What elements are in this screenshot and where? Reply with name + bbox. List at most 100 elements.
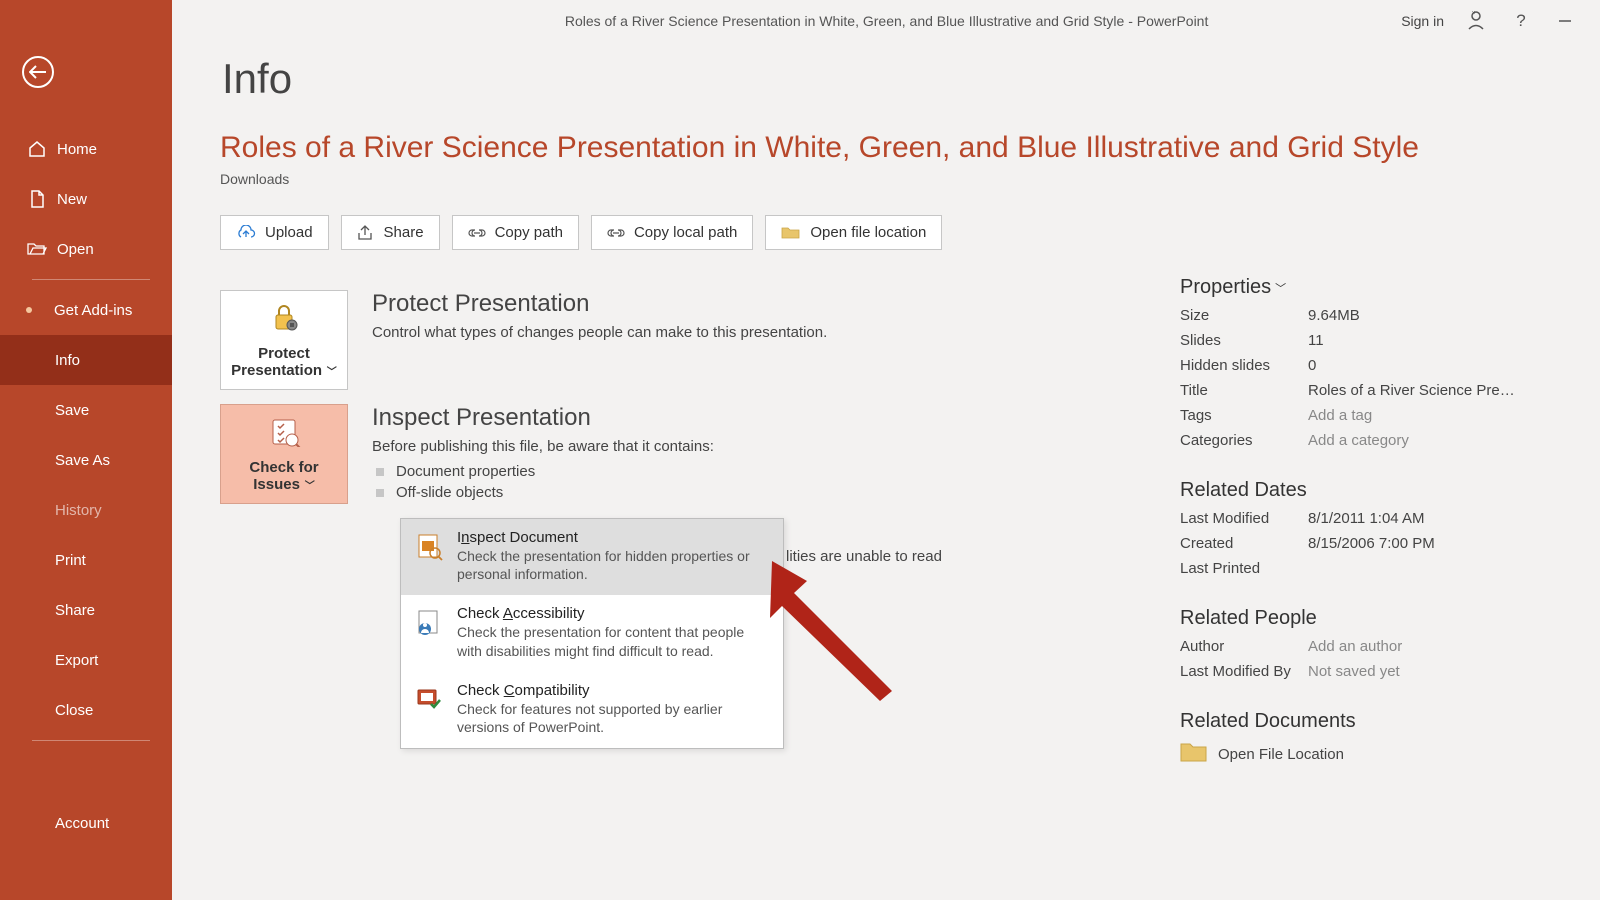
help-icon[interactable]: ? <box>1510 10 1532 32</box>
nav-print[interactable]: Print <box>0 535 172 585</box>
menu-item-desc: Check the presentation for content that … <box>457 623 771 659</box>
check-issues-menu: Inspect Document Check the presentation … <box>400 518 784 749</box>
nav-share[interactable]: Share <box>0 585 172 635</box>
addins-dot-icon <box>26 307 32 313</box>
prop-hidden-slides: Hidden slides0 <box>1180 357 1520 374</box>
nav-new[interactable]: New <box>0 174 172 224</box>
nav-separator <box>32 279 150 280</box>
sign-in-link[interactable]: Sign in <box>1401 13 1444 29</box>
inspect-bullet: Off-slide objects <box>376 482 714 503</box>
nav-info[interactable]: Info <box>0 335 172 385</box>
title-bar: Roles of a River Science Presentation in… <box>172 0 1600 42</box>
lock-icon <box>227 303 341 337</box>
prop-size: Size9.64MB <box>1180 307 1520 324</box>
document-title: Roles of a River Science Presentation in… <box>220 131 1600 165</box>
check-for-issues-button[interactable]: Check for Issues ﹀ <box>220 404 348 504</box>
page-heading: Info <box>222 55 1600 103</box>
related-dates-heading: Related Dates <box>1180 479 1520 502</box>
button-label-1: Check for <box>249 459 318 476</box>
block-desc: Before publishing this file, be aware th… <box>372 438 714 455</box>
button-label-2: Issues <box>253 476 300 493</box>
copy-local-path-button[interactable]: Copy local path <box>591 215 753 250</box>
block-desc: Control what types of changes people can… <box>372 324 827 341</box>
nav-label: Save As <box>55 452 110 469</box>
prop-author[interactable]: AuthorAdd an author <box>1180 638 1520 655</box>
account-icon[interactable] <box>1466 10 1488 32</box>
button-label: Copy path <box>495 224 563 241</box>
prop-categories[interactable]: CategoriesAdd a category <box>1180 432 1520 449</box>
document-location: Downloads <box>220 171 1600 187</box>
chevron-down-icon: ﹀ <box>324 367 337 378</box>
share-button[interactable]: Share <box>341 215 440 250</box>
prop-created: Created8/15/2006 7:00 PM <box>1180 535 1520 552</box>
nav-label: Export <box>55 652 98 669</box>
prop-title[interactable]: TitleRoles of a River Science Pres… <box>1180 382 1520 399</box>
menu-item-desc: Check for features not supported by earl… <box>457 700 771 736</box>
properties-heading[interactable]: Properties﹀ <box>1180 276 1520 299</box>
chevron-down-icon: ﹀ <box>302 481 315 492</box>
nav-close[interactable]: Close <box>0 685 172 735</box>
nav-label: Account <box>55 815 109 832</box>
nav-label: Close <box>55 702 93 719</box>
nav-label: Open <box>57 241 94 258</box>
new-doc-icon <box>27 190 47 208</box>
prop-last-modified: Last Modified8/1/2011 1:04 AM <box>1180 510 1520 527</box>
protect-block: Protect Presentation Control what types … <box>372 290 827 341</box>
back-button[interactable] <box>22 56 54 88</box>
compatibility-icon <box>413 682 445 736</box>
nav-label: Save <box>55 402 89 419</box>
related-people-heading: Related People <box>1180 607 1520 630</box>
menu-item-title: Check Compatibility <box>457 682 771 699</box>
prop-last-modified-by: Last Modified ByNot saved yet <box>1180 663 1520 680</box>
nav-separator <box>32 740 150 741</box>
nav-open[interactable]: Open <box>0 224 172 274</box>
nav-home[interactable]: Home <box>0 124 172 174</box>
nav-label: New <box>57 191 87 208</box>
checklist-icon <box>227 417 341 451</box>
copy-path-button[interactable]: Copy path <box>452 215 579 250</box>
home-icon <box>27 140 47 158</box>
link-icon <box>468 228 486 238</box>
nav-label: Home <box>57 141 97 158</box>
share-icon <box>357 225 375 241</box>
button-label-1: Protect <box>258 345 310 362</box>
block-heading: Protect Presentation <box>372 290 827 318</box>
backstage-sidebar: Home New Open Get Add-ins Info Save Save… <box>0 0 172 900</box>
nav-history[interactable]: History <box>0 485 172 535</box>
inspect-block: Inspect Presentation Before publishing t… <box>372 404 714 503</box>
app-title: Roles of a River Science Presentation in… <box>172 13 1401 29</box>
nav-label: Info <box>55 352 80 369</box>
nav-label: Print <box>55 552 86 569</box>
folder-icon <box>1180 741 1208 767</box>
nav-get-addins[interactable]: Get Add-ins <box>0 285 172 335</box>
open-file-location-link[interactable]: Open File Location <box>1180 741 1520 767</box>
nav-save-as[interactable]: Save As <box>0 435 172 485</box>
menu-inspect-document[interactable]: Inspect Document Check the presentation … <box>401 519 783 595</box>
nav-account[interactable]: Account <box>0 798 172 848</box>
menu-item-title: Check Accessibility <box>457 605 771 622</box>
nav-label: Share <box>55 602 95 619</box>
nav-export[interactable]: Export <box>0 635 172 685</box>
button-label: Open file location <box>810 224 926 241</box>
nav-label: Get Add-ins <box>54 302 132 319</box>
button-label: Upload <box>265 224 313 241</box>
nav-save[interactable]: Save <box>0 385 172 435</box>
link-icon <box>607 228 625 238</box>
nav-label: History <box>55 502 102 519</box>
truncated-text: lities are unable to read <box>786 548 942 565</box>
minimize-icon[interactable] <box>1554 10 1576 32</box>
upload-button[interactable]: Upload <box>220 215 329 250</box>
inspect-bullet: Document properties <box>376 461 714 482</box>
folder-icon <box>781 225 801 240</box>
open-file-location-button[interactable]: Open file location <box>765 215 942 250</box>
prop-tags[interactable]: TagsAdd a tag <box>1180 407 1520 424</box>
menu-item-desc: Check the presentation for hidden proper… <box>457 547 771 583</box>
menu-check-compatibility[interactable]: Check Compatibility Check for features n… <box>401 672 783 748</box>
cloud-upload-icon <box>236 225 256 240</box>
protect-presentation-button[interactable]: Protect Presentation ﹀ <box>220 290 348 390</box>
button-label: Share <box>384 224 424 241</box>
prop-last-printed: Last Printed <box>1180 560 1520 577</box>
button-label-2: Presentation <box>231 362 322 379</box>
menu-item-title: Inspect Document <box>457 529 771 546</box>
menu-check-accessibility[interactable]: Check Accessibility Check the presentati… <box>401 595 783 671</box>
